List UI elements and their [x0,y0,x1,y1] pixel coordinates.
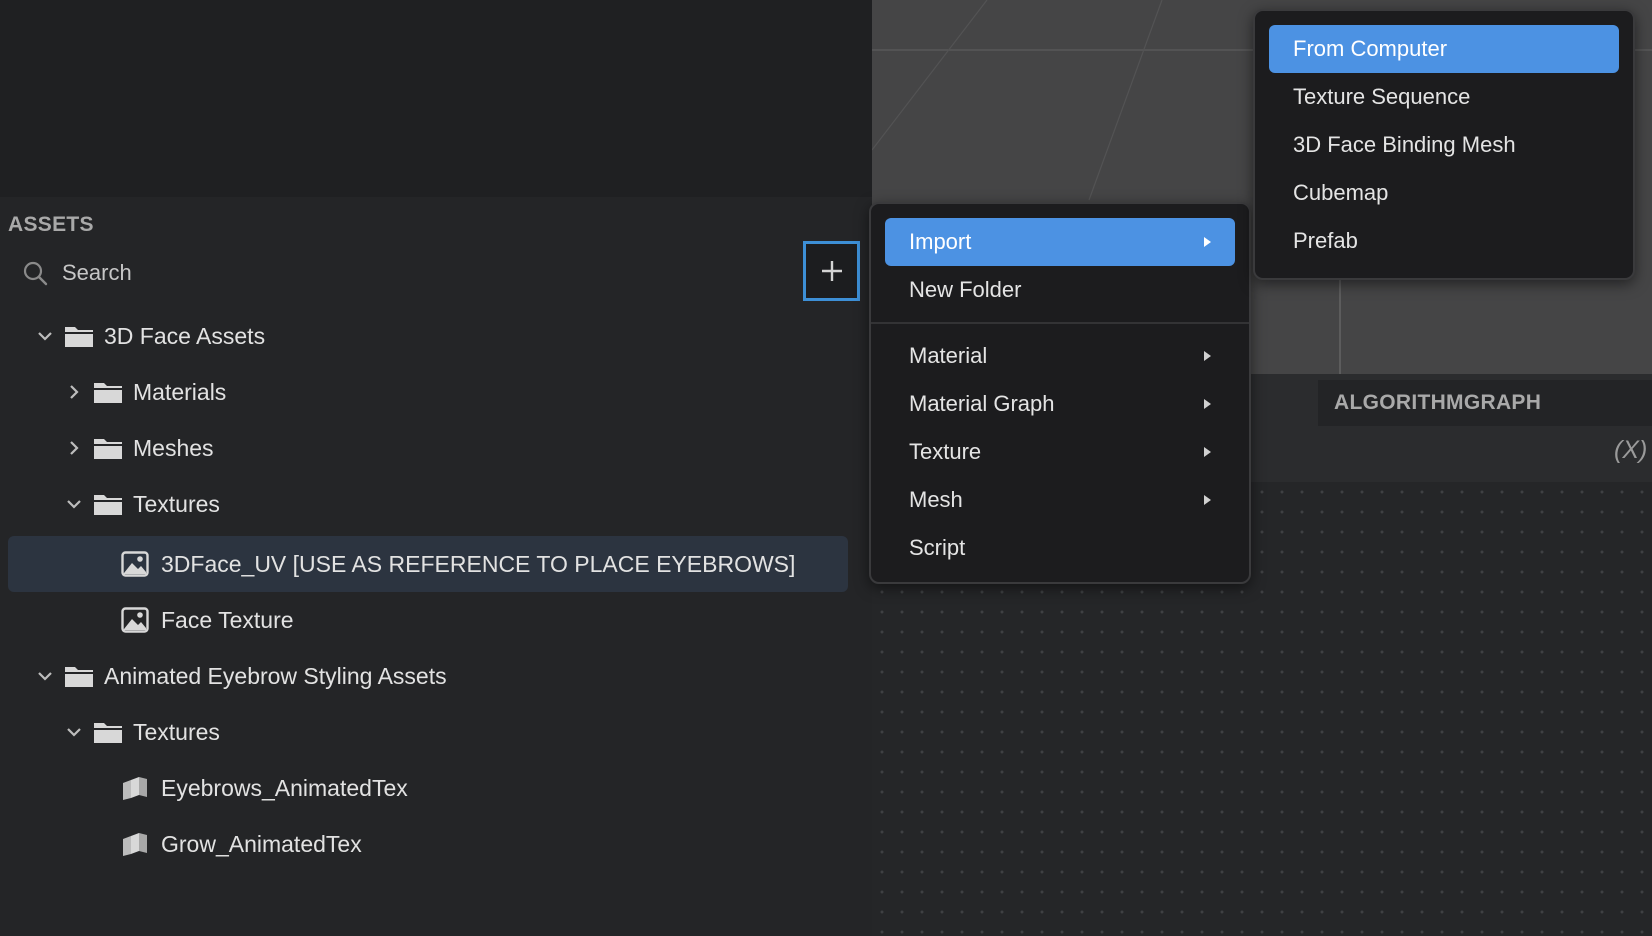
tree-item-label: 3D Face Assets [104,322,266,349]
image-file-icon [121,551,149,577]
add-context-menu: Import New Folder Material Material Grap… [869,202,1251,584]
image-file-icon [121,607,149,633]
search-icon [23,261,48,286]
chevron-down-icon[interactable] [34,665,56,687]
animated-texture-icon [123,833,147,856]
submenu-item-prefab[interactable]: Prefab [1269,217,1619,265]
tree-row-textures[interactable]: Textures [63,476,220,532]
folder-icon [94,439,122,459]
chevron-right-icon[interactable] [63,437,85,459]
menu-item-mesh[interactable]: Mesh [885,476,1235,524]
tree-row-grow-animatedtex[interactable]: Grow_AnimatedTex [121,816,362,872]
chevron-down-icon[interactable] [63,493,85,515]
folder-icon [65,327,93,347]
menu-item-label: Mesh [909,487,963,512]
menu-item-label: Import [909,229,972,254]
menu-separator [871,322,1249,324]
scene-area [0,0,872,197]
tree-row-materials[interactable]: Materials [63,364,226,420]
tree-item-label: Face Texture [161,606,294,633]
menu-item-texture[interactable]: Texture [885,428,1235,476]
animated-texture-icon [123,777,147,800]
add-asset-button[interactable] [803,241,860,301]
menu-item-new-folder[interactable]: New Folder [885,266,1235,314]
import-submenu: From Computer Texture Sequence 3D Face B… [1253,9,1635,280]
submenu-item-from-computer[interactable]: From Computer [1269,25,1619,73]
folder-icon [94,495,122,515]
assets-panel: ASSETS 3D Face Assets Materials [0,0,872,936]
submenu-arrow-icon [1204,237,1211,247]
submenu-arrow-icon [1204,447,1211,457]
menu-item-label: New Folder [909,277,1022,302]
menu-item-material-graph[interactable]: Material Graph [885,380,1235,428]
search-bar [22,256,762,290]
tree-item-label: Meshes [133,434,214,461]
tree-item-label: Animated Eyebrow Styling Assets [104,662,447,689]
chevron-right-icon[interactable] [63,381,85,403]
tree-item-label: Eyebrows_AnimatedTex [161,774,408,801]
search-input[interactable] [62,260,762,286]
variable-icon[interactable]: (X) [1614,436,1647,465]
tree-row-animated-eyebrow-assets[interactable]: Animated Eyebrow Styling Assets [34,648,447,704]
tree-row-face-texture[interactable]: Face Texture [121,592,294,648]
submenu-arrow-icon [1204,351,1211,361]
folder-icon [65,667,93,687]
chevron-down-icon[interactable] [34,325,56,347]
submenu-item-texture-sequence[interactable]: Texture Sequence [1269,73,1619,121]
menu-item-label: Texture [909,439,982,464]
tree-item-label: 3DFace_UV [USE AS REFERENCE TO PLACE EYE… [161,550,796,577]
tree-row-textures-2[interactable]: Textures [63,704,220,760]
chevron-down-icon[interactable] [63,721,85,743]
menu-item-script[interactable]: Script [885,524,1235,572]
assets-title: ASSETS [8,213,94,236]
plus-icon [821,261,842,281]
menu-item-import[interactable]: Import [885,218,1235,266]
menu-item-label: Script [909,535,966,560]
tree-row-eyebrows-animatedtex[interactable]: Eyebrows_AnimatedTex [121,760,408,816]
tree-item-label: Grow_AnimatedTex [161,830,362,857]
algorithm-graph-tab[interactable]: ALGORITHMGRAPH [1318,380,1652,426]
menu-item-label: Material Graph [909,391,1055,416]
menu-item-label: From Computer [1293,36,1448,61]
menu-item-label: Material [909,343,988,368]
menu-item-material[interactable]: Material [885,332,1235,380]
folder-icon [94,383,122,403]
tree-item-label: Materials [133,378,227,405]
tree-item-label: Textures [133,718,220,745]
folder-icon [94,723,122,743]
tree-row-3dface-uv[interactable]: 3DFace_UV [USE AS REFERENCE TO PLACE EYE… [8,536,848,592]
submenu-item-cubemap[interactable]: Cubemap [1269,169,1619,217]
menu-item-label: Cubemap [1293,180,1389,205]
tree-row-meshes[interactable]: Meshes [63,420,214,476]
tree-row-3d-face-assets[interactable]: 3D Face Assets [34,308,265,364]
menu-item-label: Prefab [1293,228,1358,253]
submenu-item-face-binding-mesh[interactable]: 3D Face Binding Mesh [1269,121,1619,169]
tree-item-label: Textures [133,490,220,517]
submenu-arrow-icon [1204,495,1211,505]
submenu-arrow-icon [1204,399,1211,409]
menu-item-label: Texture Sequence [1293,84,1471,109]
menu-item-label: 3D Face Binding Mesh [1293,132,1516,157]
